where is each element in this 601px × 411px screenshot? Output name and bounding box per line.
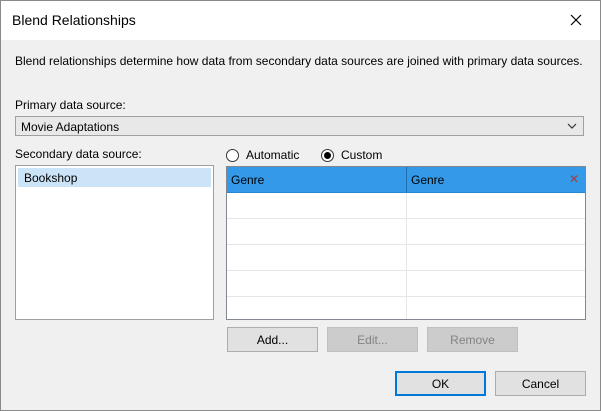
list-item-label: Bookshop [24,171,78,185]
empty-cell [407,271,585,296]
table-row [227,193,585,219]
radio-unchecked-icon [226,148,239,162]
empty-cell [227,245,407,270]
primary-field-cell[interactable]: Genre [227,167,407,192]
empty-cell [407,297,585,319]
primary-source-label: Primary data source: [15,98,126,112]
secondary-field-cell[interactable]: Genre ✕ [407,167,585,192]
table-row [227,297,585,323]
field-mapping-grid[interactable]: Genre Genre ✕ [226,166,586,320]
table-row [227,245,585,271]
empty-cell [227,193,407,218]
cancel-button[interactable]: Cancel [495,371,586,396]
custom-radio-label: Custom [341,148,383,162]
empty-cell [227,271,407,296]
remove-x-icon[interactable]: ✕ [569,172,579,186]
radio-checked-icon [321,148,334,162]
table-row [227,271,585,297]
table-row [227,219,585,245]
secondary-field-text: Genre [411,173,445,187]
primary-source-dropdown[interactable]: Movie Adaptations [15,116,584,136]
table-row[interactable]: Genre Genre ✕ [227,167,585,193]
empty-cell [227,297,407,319]
secondary-source-label: Secondary data source: [15,147,142,161]
add-button[interactable]: Add... [227,327,318,352]
empty-cell [227,219,407,244]
edit-button[interactable]: Edit... [327,327,418,352]
custom-radio[interactable]: Custom [321,146,382,164]
automatic-radio-label: Automatic [246,148,300,162]
chevron-down-icon [567,123,577,129]
empty-cell [407,245,585,270]
description-text: Blend relationships determine how data f… [15,54,583,68]
list-item-bookshop[interactable]: Bookshop [18,168,211,187]
close-icon [570,14,582,26]
close-button[interactable] [556,4,596,36]
blend-relationships-dialog: Blend Relationships Blend relationships … [0,0,601,411]
empty-cell [407,219,585,244]
primary-field-text: Genre [231,173,265,187]
dialog-title: Blend Relationships [12,12,136,28]
automatic-radio[interactable]: Automatic [226,146,299,164]
empty-cell [407,193,585,218]
title-bar: Blend Relationships [1,1,600,40]
remove-button[interactable]: Remove [427,327,518,352]
ok-button[interactable]: OK [395,371,486,396]
primary-source-value: Movie Adaptations [21,120,120,134]
secondary-source-list[interactable]: Bookshop [15,165,214,320]
